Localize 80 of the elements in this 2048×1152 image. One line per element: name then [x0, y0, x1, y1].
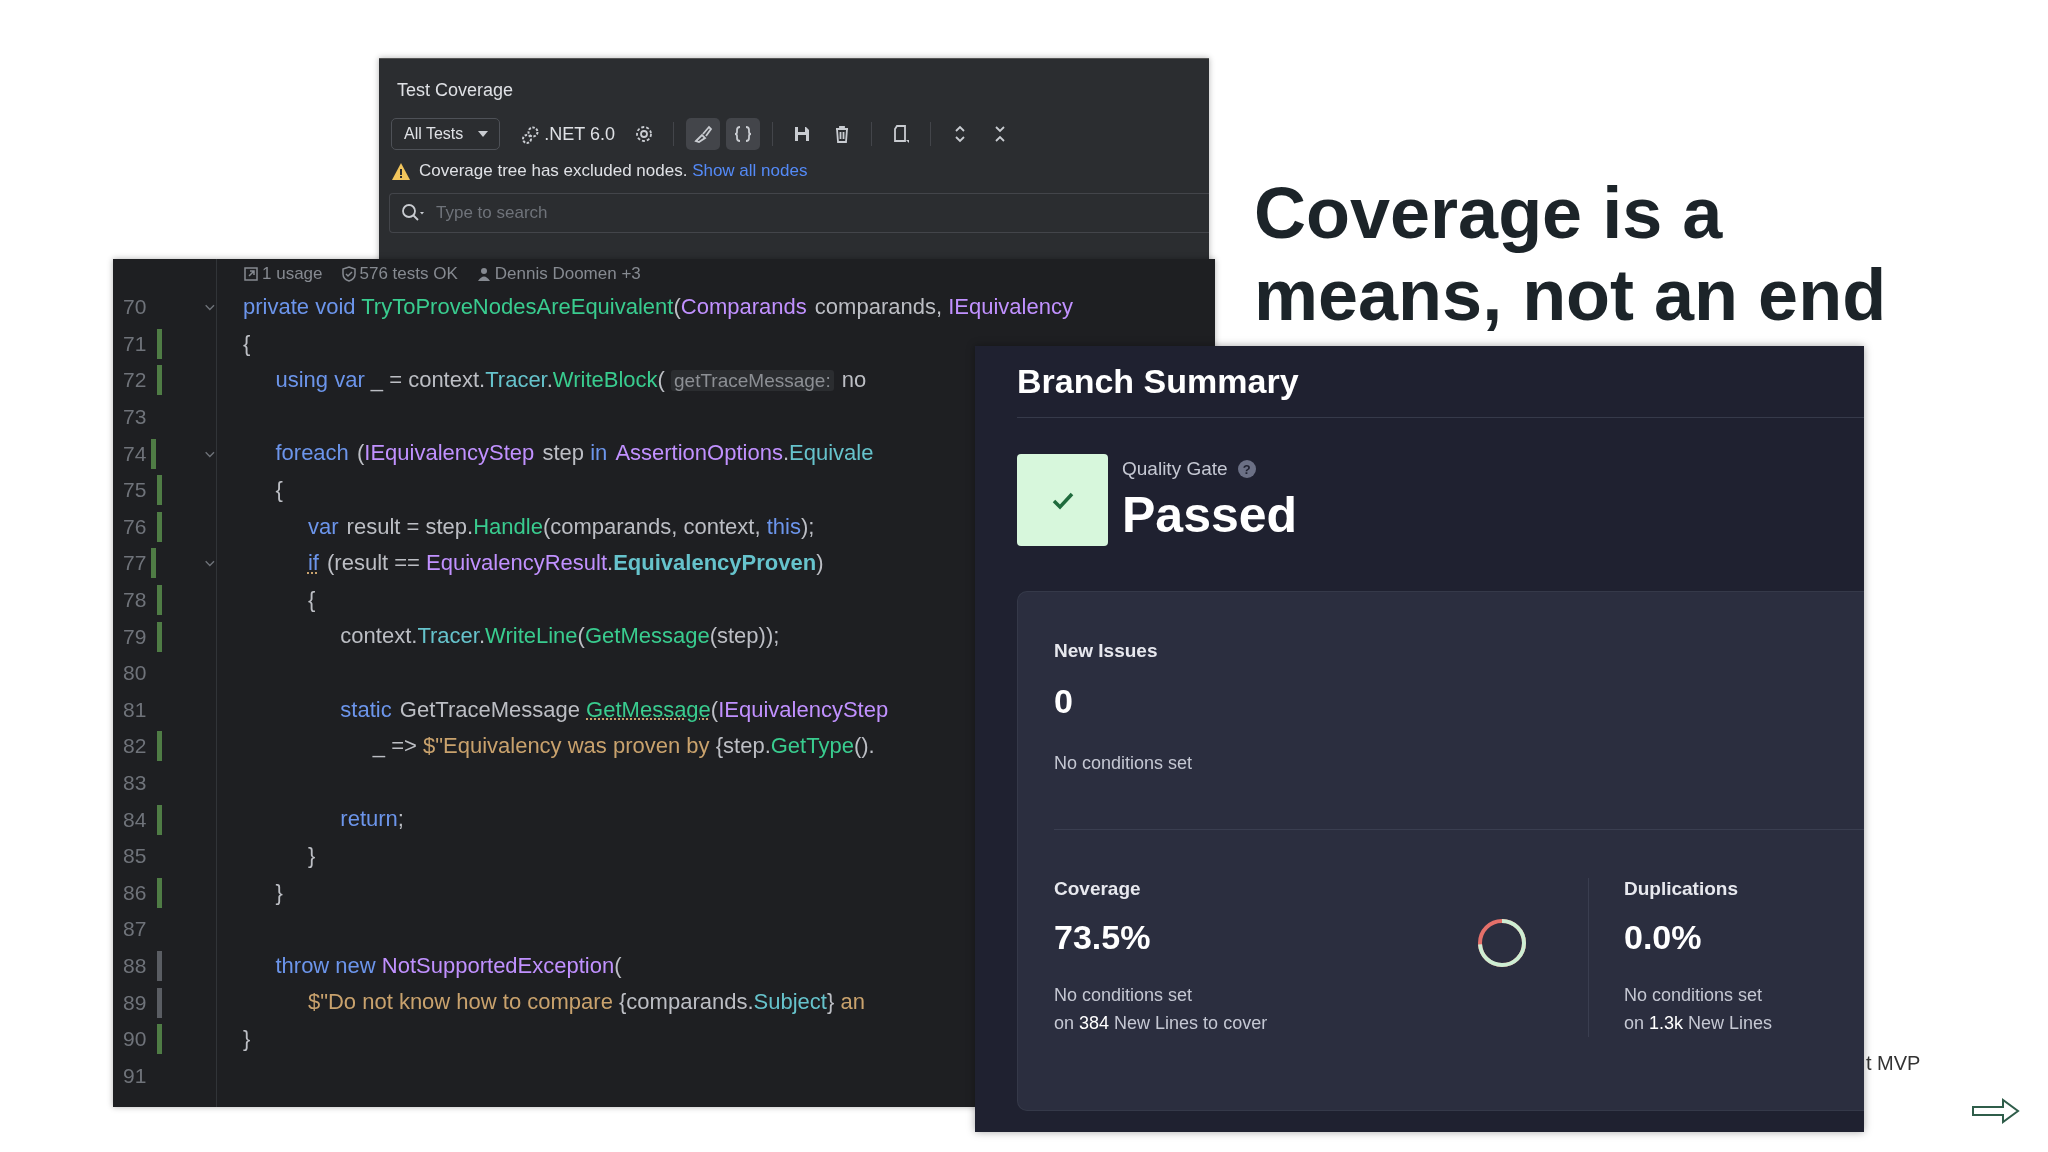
- usage-icon: [243, 266, 259, 282]
- code-line: {: [274, 475, 283, 504]
- check-icon: [1051, 490, 1074, 510]
- line-number: 80: [123, 661, 148, 686]
- gate-status: Passed: [1122, 486, 1298, 544]
- highlight-icon: [693, 124, 713, 144]
- line-number: 84: [123, 807, 148, 832]
- braces-button[interactable]: [726, 118, 760, 150]
- line-number: 70: [123, 295, 148, 320]
- framework-button[interactable]: .NET 6.0: [514, 118, 621, 150]
- code-line: {: [306, 585, 316, 614]
- code-line: if (result == EquivalencyResult.EquivalencyProven): [306, 549, 824, 578]
- line-number: 79: [123, 624, 148, 649]
- usages-link[interactable]: 1 usage: [243, 264, 323, 284]
- gears-icon: [520, 124, 541, 144]
- gate-label: Quality Gate: [1122, 458, 1228, 480]
- code-line: $"Do not know how to compare {comparands.Subject} an: [306, 988, 865, 1017]
- code-line: }: [306, 841, 316, 870]
- shield-icon: [340, 266, 357, 282]
- document-icon: [891, 124, 911, 144]
- metric-value: 0: [1054, 682, 1074, 721]
- code-line: foreach (IEquivalencyStep step in AssertionOptions.Equivale: [274, 439, 874, 468]
- warning-icon: [391, 161, 411, 181]
- metric-value: 73.5%: [1054, 918, 1152, 957]
- line-number: 78: [123, 588, 148, 613]
- metric-note: No conditions set: [1054, 752, 1194, 775]
- braces-icon: [733, 124, 753, 144]
- metric-note: No conditions set: [1054, 984, 1194, 1007]
- code-line: }: [274, 878, 283, 907]
- line-number: 74: [123, 441, 148, 466]
- show-all-nodes-link[interactable]: Show all nodes: [692, 161, 808, 180]
- metric-label: Duplications: [1624, 878, 1739, 900]
- line-number: 73: [123, 405, 148, 430]
- line-number: 71: [123, 331, 148, 356]
- line-number: 88: [123, 954, 148, 978]
- line-number: 86: [123, 880, 148, 905]
- code-line: throw new NotSupportedException(: [274, 951, 622, 980]
- line-number: 85: [123, 844, 148, 869]
- metric-label: New Issues: [1054, 640, 1159, 662]
- line-number: 77: [123, 551, 148, 576]
- code-line: return;: [339, 805, 404, 834]
- line-number: 90: [123, 1027, 148, 1052]
- metric-detail: on 384 New Lines to cover: [1054, 1012, 1269, 1035]
- line-number: 87: [123, 917, 148, 942]
- code-line: private void TryToProveNodesAreEquivalent(Comparands comparands, IEquivalency: [243, 293, 1073, 321]
- search-icon: [401, 203, 425, 223]
- settings-icon: [634, 124, 654, 144]
- code-line: context.Tracer.WriteLine(GetMessage(step));: [339, 622, 780, 651]
- code-line: var result = step.Handle(comparands, context, this);: [306, 512, 815, 541]
- line-number: 82: [123, 734, 148, 759]
- code-line: using var _ = context.Tracer.WriteBlock( getTraceMessage: no: [274, 366, 867, 395]
- arrow-icon[interactable]: [1972, 1098, 2020, 1124]
- help-icon[interactable]: ?: [1237, 460, 1256, 478]
- line-number: 89: [123, 990, 148, 1015]
- metric-detail: on 1.3k New Lines: [1624, 1012, 1774, 1035]
- code-line: {: [243, 329, 251, 358]
- scope-dropdown[interactable]: All Tests: [391, 118, 501, 150]
- line-number: 75: [123, 478, 148, 503]
- line-number: 76: [123, 514, 148, 539]
- code-line: }: [243, 1024, 251, 1053]
- line-number: 91: [123, 1063, 148, 1088]
- metric-label: Coverage: [1054, 878, 1142, 900]
- code-line: _ => $"Equivalency was proven by {step.GetType().: [371, 732, 875, 761]
- metric-note: No conditions set: [1624, 984, 1764, 1007]
- search-field[interactable]: Type to search: [389, 193, 1209, 233]
- code-line: static GetTraceMessage GetMessage(IEquivalencyStep: [339, 695, 889, 724]
- authors-link[interactable]: Dennis Doomen +3: [475, 264, 641, 284]
- footer-text: t MVP: [1866, 1052, 1921, 1075]
- metric-value: 0.0%: [1624, 918, 1703, 957]
- highlight-button[interactable]: [686, 118, 720, 150]
- person-icon: [475, 266, 492, 282]
- line-number: 83: [123, 771, 148, 795]
- line-number: 81: [123, 697, 148, 722]
- line-number: 72: [123, 368, 148, 393]
- slide-title: Coverage is a means, not an end: [1254, 172, 1888, 336]
- panel-title: Branch Summary: [1017, 362, 1299, 401]
- warning-text: Coverage tree has excluded nodes. Show all nodes: [419, 161, 808, 181]
- tests-link[interactable]: 576 tests OK: [340, 264, 458, 284]
- panel-title: Test Coverage: [396, 79, 515, 102]
- caret-icon: [477, 129, 490, 139]
